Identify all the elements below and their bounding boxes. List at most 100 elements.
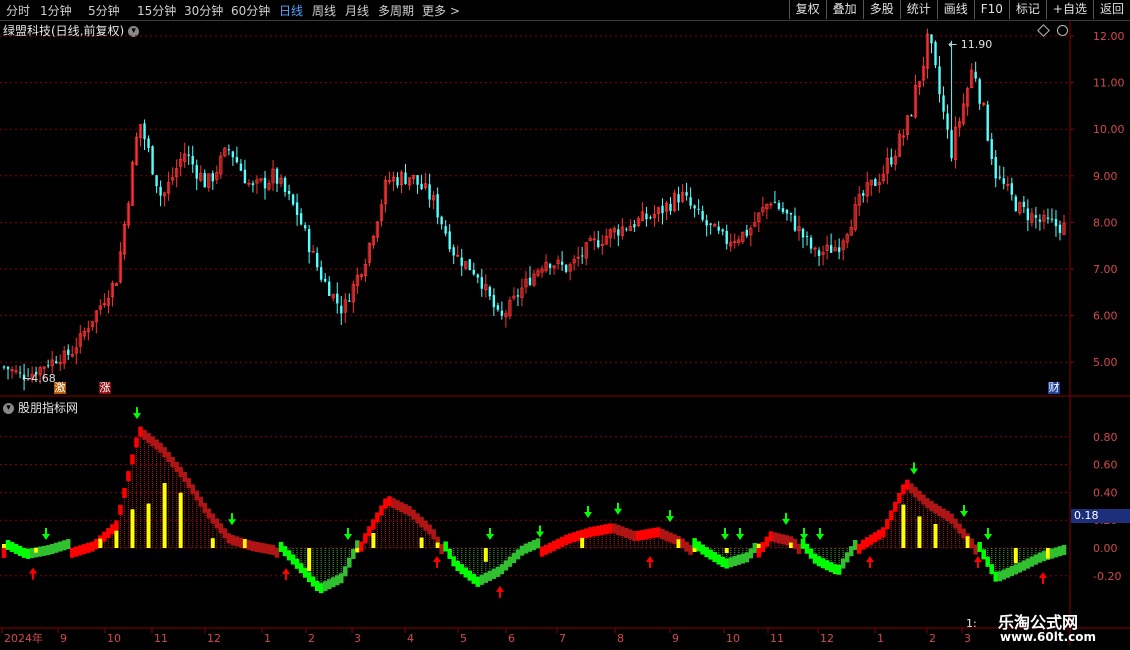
candle-body [324, 278, 327, 282]
candle-body [893, 155, 897, 165]
event-badge[interactable]: 激 [54, 382, 66, 394]
period-tab-weekly[interactable]: 周线 [312, 2, 336, 19]
candle-body [1042, 214, 1046, 222]
candle-body [70, 354, 74, 357]
chevron-down-icon[interactable]: ▾ [128, 26, 140, 37]
candle-body [556, 259, 560, 265]
sell-arrow-icon [486, 528, 494, 540]
candle-body [986, 104, 989, 141]
time-label: 7 [559, 632, 566, 645]
candle-body [652, 213, 657, 219]
event-badge[interactable]: 财 [1048, 382, 1060, 394]
price-tick-label: 6.00 [1093, 310, 1118, 323]
candle-body [275, 168, 279, 184]
indicator-bar [580, 537, 585, 548]
candle-body [143, 123, 146, 140]
period-tab-5min[interactable]: 5分钟 [88, 2, 120, 19]
candle-body [773, 202, 777, 204]
statistics-button[interactable]: 统计 [899, 0, 937, 19]
candle-body [974, 71, 977, 79]
low-price-value: 4.68 [31, 372, 56, 385]
candle-body [1002, 178, 1005, 184]
candle-body [472, 269, 475, 275]
candle-body [953, 126, 958, 161]
indicator-bar [901, 504, 906, 548]
indicator-bar [146, 503, 151, 548]
mark-button[interactable]: 标记 [1008, 0, 1046, 19]
candle-body [950, 130, 953, 159]
candle-body [1006, 184, 1010, 186]
multi-stock-button[interactable]: 多股 [862, 0, 900, 19]
candle-body [536, 270, 540, 276]
candle-body [336, 293, 339, 304]
restore-rights-button[interactable]: 复权 [788, 0, 826, 19]
event-badge[interactable]: 涨 [99, 382, 111, 394]
time-label: 12 [820, 632, 834, 645]
indicator-bar [724, 548, 729, 554]
candle-body [946, 113, 949, 130]
candle-body [793, 215, 797, 231]
candle-body [1054, 219, 1058, 227]
indicator-bar [1013, 548, 1018, 564]
draw-line-button[interactable]: 画线 [936, 0, 974, 19]
sell-arrow-icon [984, 528, 992, 540]
period-tab-more[interactable]: 更多 > [422, 2, 460, 19]
candle-body [468, 259, 471, 271]
f10-button[interactable]: F10 [973, 0, 1009, 19]
indicator-bar [483, 548, 488, 562]
indicator-bar [371, 532, 376, 548]
candle-body [130, 162, 135, 206]
candle-body [962, 103, 966, 124]
candle-body [303, 225, 307, 229]
candle-body [677, 194, 680, 203]
candle-body [661, 205, 664, 214]
candle-body [597, 240, 600, 248]
candle-body [367, 242, 371, 263]
candle-body [1058, 224, 1062, 233]
candle-body [753, 222, 757, 227]
circle-icon[interactable] [1057, 25, 1068, 36]
overlay-button[interactable]: 叠加 [825, 0, 863, 19]
back-button[interactable]: 返回 [1092, 0, 1130, 19]
period-tab-monthly[interactable]: 月线 [345, 2, 369, 19]
diamond-icon[interactable] [1037, 24, 1050, 37]
indicator-bar [307, 548, 312, 572]
sell-arrow-icon [960, 504, 968, 517]
sell-arrow-icon [816, 528, 824, 540]
indicator-bar [419, 537, 424, 548]
add-watchlist-button[interactable]: +自选 [1045, 0, 1093, 19]
candle-body [689, 197, 692, 206]
candle-body [656, 207, 661, 214]
candle-body [504, 312, 508, 318]
indicator-title[interactable]: ▾ 股朋指标网 [3, 399, 78, 416]
candle-body [636, 218, 640, 226]
indicator-bar [162, 483, 167, 548]
candle-body [749, 228, 753, 236]
period-tab-1min[interactable]: 1分钟 [40, 2, 72, 19]
period-tab-multi[interactable]: 多周期 [378, 2, 414, 19]
sell-arrow-icon [584, 505, 592, 518]
candle-body [106, 298, 110, 306]
time-label: 11 [770, 632, 784, 645]
period-tab-timeshare[interactable]: 分时 [6, 2, 30, 19]
period-tab-60min[interactable]: 60分钟 [231, 2, 270, 19]
candle-body [90, 321, 94, 327]
chart-canvas[interactable]: 12.0011.0010.009.008.007.006.005.00 0.80… [0, 0, 1130, 650]
candle-body [399, 172, 404, 186]
candle-body [496, 305, 500, 310]
candle-body [584, 242, 588, 259]
main-chart-title[interactable]: 绿盟科技(日线,前复权) ▾ [3, 22, 140, 39]
candle-body [315, 252, 319, 268]
indicator-bar [242, 539, 247, 548]
period-tab-15min[interactable]: 15分钟 [137, 2, 176, 19]
arrow-left-icon: ← [22, 372, 32, 385]
candle-body [171, 177, 175, 181]
period-tab-30min[interactable]: 30分钟 [184, 2, 223, 19]
candle-body [837, 247, 841, 252]
candle-body [18, 372, 22, 374]
period-tab-daily[interactable]: 日线 [279, 2, 303, 19]
sell-arrow-icon [344, 528, 352, 540]
candle-body [725, 230, 728, 244]
price-axis: 12.00 11.00 10.00 9.00 8.00 7.00 6.00 5.00 [1070, 30, 1125, 369]
chevron-down-icon[interactable]: ▾ [3, 403, 14, 414]
